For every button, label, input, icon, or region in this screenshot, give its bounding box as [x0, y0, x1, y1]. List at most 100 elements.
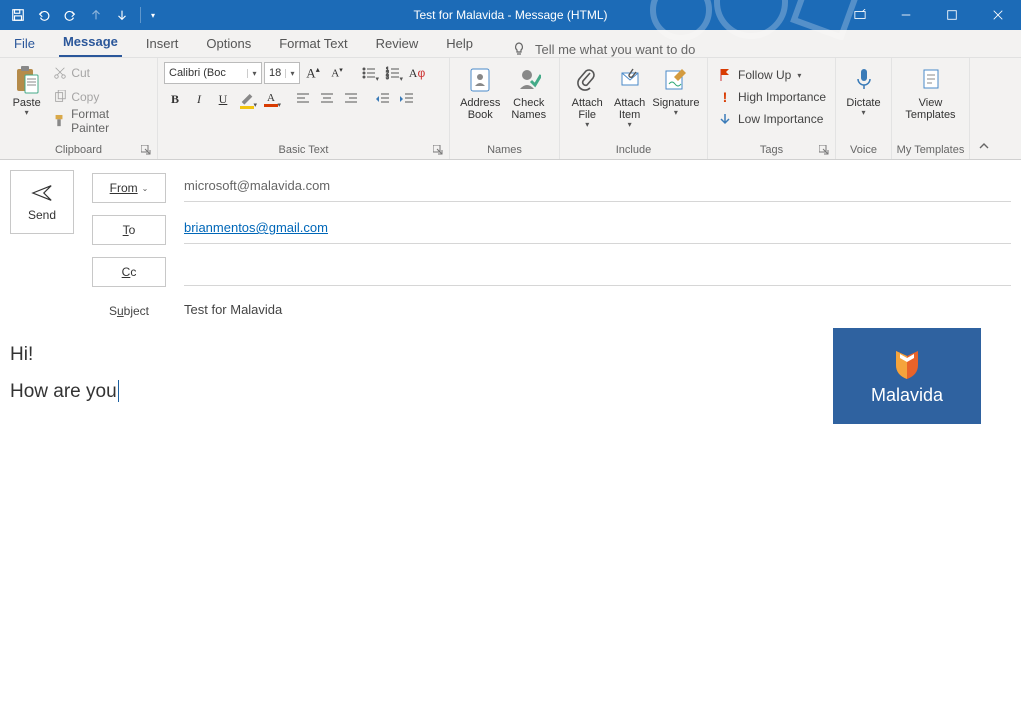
dictate-button[interactable]: Dictate ▾: [842, 62, 885, 118]
format-painter-label: Format Painter: [71, 107, 149, 135]
ribbon: Paste ▾ Cut Copy Format Painter Clipboar…: [0, 58, 1021, 160]
quick-access-toolbar: ▾: [0, 0, 159, 30]
cc-button[interactable]: Cc: [92, 257, 166, 287]
chevron-down-icon: ⌄: [142, 184, 149, 193]
group-voice: Dictate ▾ Voice: [836, 58, 892, 159]
send-button[interactable]: Send: [10, 170, 74, 234]
follow-up-label: Follow Up: [738, 68, 791, 82]
to-value[interactable]: brianmentos@gmail.com: [184, 220, 328, 235]
chevron-down-icon: ▾: [797, 71, 801, 80]
undo-icon[interactable]: [32, 3, 56, 27]
compose-header: Send From ⌄ microsoft@malavida.com To br…: [0, 160, 1021, 326]
minimize-icon[interactable]: [883, 0, 929, 30]
align-center-button[interactable]: [316, 88, 338, 110]
from-button[interactable]: From ⌄: [92, 173, 166, 203]
message-body[interactable]: Hi! How are you Malavida: [0, 326, 1021, 706]
subject-field[interactable]: Test for Malavida: [184, 297, 1011, 325]
microphone-icon: [854, 64, 874, 96]
next-item-icon[interactable]: [110, 3, 134, 27]
bullets-button[interactable]: ▾: [358, 62, 380, 84]
attach-file-label: Attach File: [572, 97, 603, 121]
tab-insert[interactable]: Insert: [142, 32, 183, 57]
align-left-button[interactable]: [292, 88, 314, 110]
copy-button: Copy: [51, 86, 151, 108]
view-templates-button[interactable]: View Templates: [899, 62, 963, 121]
high-importance-button[interactable]: ! High Importance: [714, 86, 830, 108]
tab-format-text[interactable]: Format Text: [275, 32, 351, 57]
clear-formatting-button[interactable]: Aφ: [406, 62, 428, 84]
save-icon[interactable]: [6, 3, 30, 27]
grow-font-button[interactable]: A▴: [302, 62, 324, 84]
font-size-combo[interactable]: 18 ▾: [264, 62, 300, 84]
cc-label: Cc: [122, 265, 137, 279]
view-templates-label: View Templates: [905, 97, 955, 121]
maximize-icon[interactable]: [929, 0, 975, 30]
group-label-templates: My Templates: [892, 142, 969, 159]
group-label-tags: Tags: [708, 142, 835, 159]
low-importance-button[interactable]: Low Importance: [714, 108, 827, 130]
tags-launcher-icon[interactable]: [819, 144, 831, 156]
embedded-image-malavida[interactable]: Malavida: [833, 328, 981, 424]
window-buttons: [837, 0, 1021, 30]
basic-text-launcher-icon[interactable]: [433, 144, 445, 156]
send-icon: [31, 182, 53, 204]
to-button[interactable]: To: [92, 215, 166, 245]
tab-help[interactable]: Help: [442, 32, 477, 57]
paste-button[interactable]: Paste ▾: [6, 62, 47, 118]
flag-icon: [718, 68, 732, 82]
copy-icon: [53, 90, 67, 104]
group-label-names: Names: [450, 142, 559, 159]
cut-button: Cut: [51, 62, 151, 84]
group-label-voice: Voice: [836, 142, 891, 159]
underline-button[interactable]: U: [212, 88, 234, 110]
highlight-button[interactable]: ▾: [236, 88, 258, 110]
subject-label: Subject: [92, 304, 166, 318]
tell-me[interactable]: Tell me what you want to do: [511, 41, 695, 57]
address-book-icon: [468, 64, 492, 96]
tab-file[interactable]: File: [10, 32, 39, 57]
collapse-ribbon-icon[interactable]: [970, 58, 998, 159]
check-names-button[interactable]: Check Names: [505, 62, 554, 121]
cc-field[interactable]: [184, 258, 1011, 286]
signature-button[interactable]: Signature ▾: [651, 62, 701, 118]
follow-up-button[interactable]: Follow Up ▾: [714, 64, 805, 86]
to-field[interactable]: brianmentos@gmail.com: [184, 216, 1011, 244]
from-value: microsoft@malavida.com: [184, 178, 330, 193]
from-field[interactable]: microsoft@malavida.com: [184, 174, 1011, 202]
tab-message[interactable]: Message: [59, 30, 122, 57]
shrink-font-button[interactable]: A▾: [326, 62, 348, 84]
font-name-combo[interactable]: Calibri (Boc ▾: [164, 62, 262, 84]
exclamation-icon: !: [718, 89, 732, 105]
italic-button[interactable]: I: [188, 88, 210, 110]
attach-file-button[interactable]: Attach File ▾: [566, 62, 608, 130]
address-book-button[interactable]: Address Book: [456, 62, 505, 121]
scissors-icon: [53, 66, 67, 80]
bold-button[interactable]: B: [164, 88, 186, 110]
numbering-button[interactable]: 123▾: [382, 62, 404, 84]
from-label: From: [110, 181, 138, 195]
group-label-include: Include: [560, 142, 707, 159]
ribbon-display-options-icon[interactable]: [837, 0, 883, 30]
format-painter-button[interactable]: Format Painter: [51, 110, 151, 132]
redo-icon[interactable]: [58, 3, 82, 27]
tab-options[interactable]: Options: [202, 32, 255, 57]
attach-item-label: Attach Item: [614, 97, 645, 121]
chevron-down-icon: ▾: [285, 69, 299, 78]
clipboard-launcher-icon[interactable]: [141, 144, 153, 156]
attach-item-icon: [619, 64, 641, 96]
close-icon[interactable]: [975, 0, 1021, 30]
align-right-button[interactable]: [340, 88, 362, 110]
prev-item-icon: [84, 3, 108, 27]
font-name-value: Calibri (Boc: [165, 67, 247, 79]
chevron-down-icon: ▾: [25, 109, 29, 118]
qat-customize-icon[interactable]: ▾: [147, 11, 159, 20]
increase-indent-button[interactable]: [396, 88, 418, 110]
decrease-indent-button[interactable]: [372, 88, 394, 110]
font-color-button[interactable]: A▾: [260, 88, 282, 110]
lightbulb-icon: [511, 41, 527, 57]
tab-review[interactable]: Review: [372, 32, 423, 57]
attach-item-button[interactable]: Attach Item ▾: [608, 62, 650, 130]
text-caret: [118, 380, 119, 402]
font-color-swatch: [264, 104, 278, 107]
address-book-label: Address Book: [460, 97, 500, 121]
